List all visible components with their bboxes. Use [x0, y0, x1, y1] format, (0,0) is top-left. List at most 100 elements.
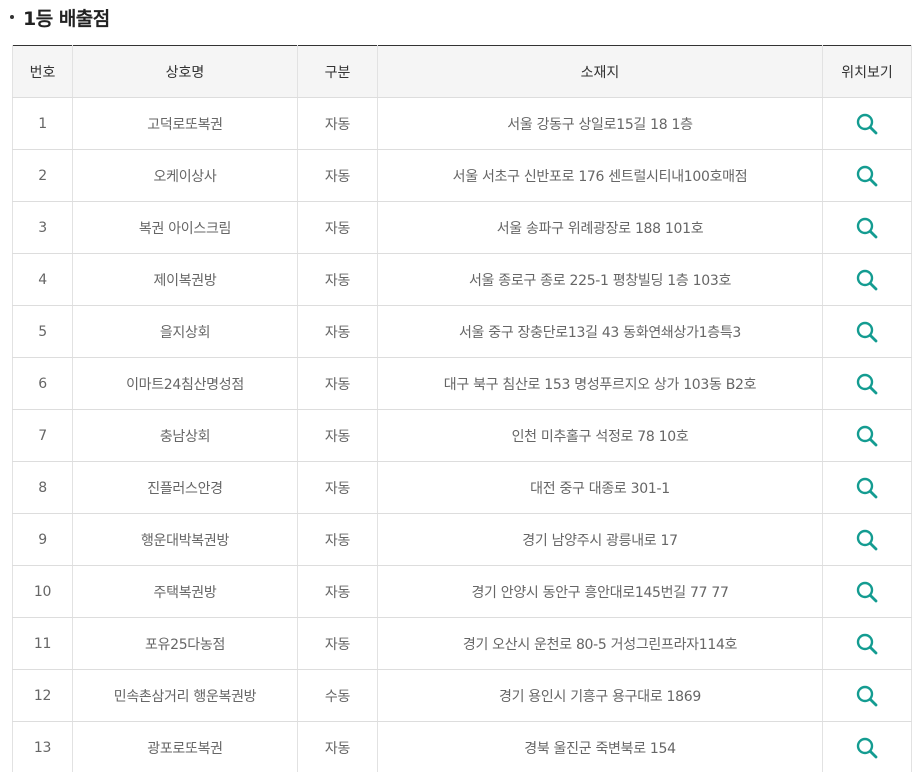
cell-map [822, 461, 912, 514]
cell-name: 을지상회 [72, 305, 298, 358]
cell-no: 13 [12, 721, 73, 772]
cell-map [822, 565, 912, 618]
search-icon[interactable] [855, 632, 879, 656]
cell-no: 7 [12, 409, 73, 462]
cell-map [822, 305, 912, 358]
search-icon[interactable] [855, 268, 879, 292]
cell-type: 자동 [297, 201, 378, 254]
table-row: 11 포유25다농점 자동 경기 오산시 운천로 80-5 거성그린프라자114호 [12, 617, 912, 670]
search-icon[interactable] [855, 424, 879, 448]
table-row: 8 진플러스안경 자동 대전 중구 대종로 301-1 [12, 461, 912, 514]
cell-type: 자동 [297, 305, 378, 358]
cell-address: 대구 북구 침산로 153 명성푸르지오 상가 103동 B2호 [377, 357, 823, 410]
search-icon[interactable] [855, 528, 879, 552]
cell-no: 2 [12, 149, 73, 202]
cell-type: 자동 [297, 253, 378, 306]
section-title-text: 1등 배출점 [23, 7, 110, 30]
cell-name: 포유25다농점 [72, 617, 298, 670]
table-row: 2 오케이상사 자동 서울 서초구 신반포로 176 센트럴시티내100호매점 [12, 149, 912, 202]
cell-type: 수동 [297, 669, 378, 722]
cell-no: 10 [12, 565, 73, 618]
cell-name: 민속촌삼거리 행운복권방 [72, 669, 298, 722]
cell-no: 9 [12, 513, 73, 566]
search-icon[interactable] [855, 684, 879, 708]
cell-name: 행운대박복권방 [72, 513, 298, 566]
cell-name: 고덕로또복권 [72, 97, 298, 150]
cell-type: 자동 [297, 565, 378, 618]
cell-type: 자동 [297, 461, 378, 514]
header-no: 번호 [12, 45, 73, 98]
cell-no: 1 [12, 97, 73, 150]
table-row: 10 주택복권방 자동 경기 안양시 동안구 흥안대로145번길 77 77 [12, 565, 912, 618]
cell-type: 자동 [297, 721, 378, 772]
cell-address: 서울 강동구 상일로15길 18 1층 [377, 97, 823, 150]
header-name: 상호명 [72, 45, 298, 98]
cell-name: 광포로또복권 [72, 721, 298, 772]
cell-no: 6 [12, 357, 73, 410]
cell-type: 자동 [297, 617, 378, 670]
header-type: 구분 [297, 45, 378, 98]
cell-address: 서울 중구 장충단로13길 43 동화연쇄상가1층특3 [377, 305, 823, 358]
cell-address: 인천 미추홀구 석정로 78 10호 [377, 409, 823, 462]
cell-address: 경기 오산시 운천로 80-5 거성그린프라자114호 [377, 617, 823, 670]
cell-name: 충남상회 [72, 409, 298, 462]
cell-address: 경기 안양시 동안구 흥안대로145번길 77 77 [377, 565, 823, 618]
bullet-icon [10, 15, 14, 19]
table-row: 6 이마트24침산명성점 자동 대구 북구 침산로 153 명성푸르지오 상가 103… [12, 357, 912, 410]
table-body: 1 고덕로또복권 자동 서울 강동구 상일로15길 18 1층 2 오케이상사 자동 서울 서… [12, 97, 912, 772]
cell-type: 자동 [297, 97, 378, 150]
table-row: 4 제이복권방 자동 서울 종로구 종로 225-1 평창빌딩 1층 103호 [12, 253, 912, 306]
cell-name: 복권 아이스크림 [72, 201, 298, 254]
cell-address: 서울 송파구 위례광장로 188 101호 [377, 201, 823, 254]
cell-name: 주택복권방 [72, 565, 298, 618]
cell-address: 경북 울진군 죽변북로 154 [377, 721, 823, 772]
table-row: 5 을지상회 자동 서울 중구 장충단로13길 43 동화연쇄상가1층특3 [12, 305, 912, 358]
cell-name: 제이복권방 [72, 253, 298, 306]
table-row: 7 충남상회 자동 인천 미추홀구 석정로 78 10호 [12, 409, 912, 462]
cell-type: 자동 [297, 513, 378, 566]
cell-address: 경기 용인시 기흥구 용구대로 1869 [377, 669, 823, 722]
cell-no: 3 [12, 201, 73, 254]
cell-type: 자동 [297, 409, 378, 462]
cell-address: 서울 서초구 신반포로 176 센트럴시티내100호매점 [377, 149, 823, 202]
search-icon[interactable] [855, 476, 879, 500]
cell-address: 서울 종로구 종로 225-1 평창빌딩 1층 103호 [377, 253, 823, 306]
cell-map [822, 721, 912, 772]
search-icon[interactable] [855, 216, 879, 240]
cell-address: 대전 중구 대종로 301-1 [377, 461, 823, 514]
table-row: 12 민속촌삼거리 행운복권방 수동 경기 용인시 기흥구 용구대로 1869 [12, 669, 912, 722]
cell-no: 8 [12, 461, 73, 514]
cell-map [822, 513, 912, 566]
search-icon[interactable] [855, 112, 879, 136]
cell-no: 12 [12, 669, 73, 722]
page: 1등 배출점 번호 상호명 구분 소재지 위치보기 1 고덕로또복권 자동 서울 강동… [0, 0, 922, 772]
cell-map [822, 253, 912, 306]
cell-map [822, 149, 912, 202]
cell-name: 이마트24침산명성점 [72, 357, 298, 410]
table-row: 13 광포로또복권 자동 경북 울진군 죽변북로 154 [12, 721, 912, 772]
cell-map [822, 357, 912, 410]
table-row: 1 고덕로또복권 자동 서울 강동구 상일로15길 18 1층 [12, 97, 912, 150]
search-icon[interactable] [855, 736, 879, 760]
cell-map [822, 409, 912, 462]
table-header-row: 번호 상호명 구분 소재지 위치보기 [12, 45, 912, 98]
cell-type: 자동 [297, 357, 378, 410]
search-icon[interactable] [855, 372, 879, 396]
table-row: 9 행운대박복권방 자동 경기 남양주시 광릉내로 17 [12, 513, 912, 566]
cell-no: 5 [12, 305, 73, 358]
cell-no: 4 [12, 253, 73, 306]
cell-map [822, 617, 912, 670]
section-title: 1등 배출점 [10, 4, 110, 30]
search-icon[interactable] [855, 320, 879, 344]
cell-name: 진플러스안경 [72, 461, 298, 514]
cell-map [822, 669, 912, 722]
search-icon[interactable] [855, 580, 879, 604]
cell-name: 오케이상사 [72, 149, 298, 202]
header-address: 소재지 [377, 45, 823, 98]
search-icon[interactable] [855, 164, 879, 188]
table-row: 3 복권 아이스크림 자동 서울 송파구 위례광장로 188 101호 [12, 201, 912, 254]
cell-map [822, 201, 912, 254]
cell-map [822, 97, 912, 150]
header-map: 위치보기 [822, 45, 912, 98]
cell-no: 11 [12, 617, 73, 670]
